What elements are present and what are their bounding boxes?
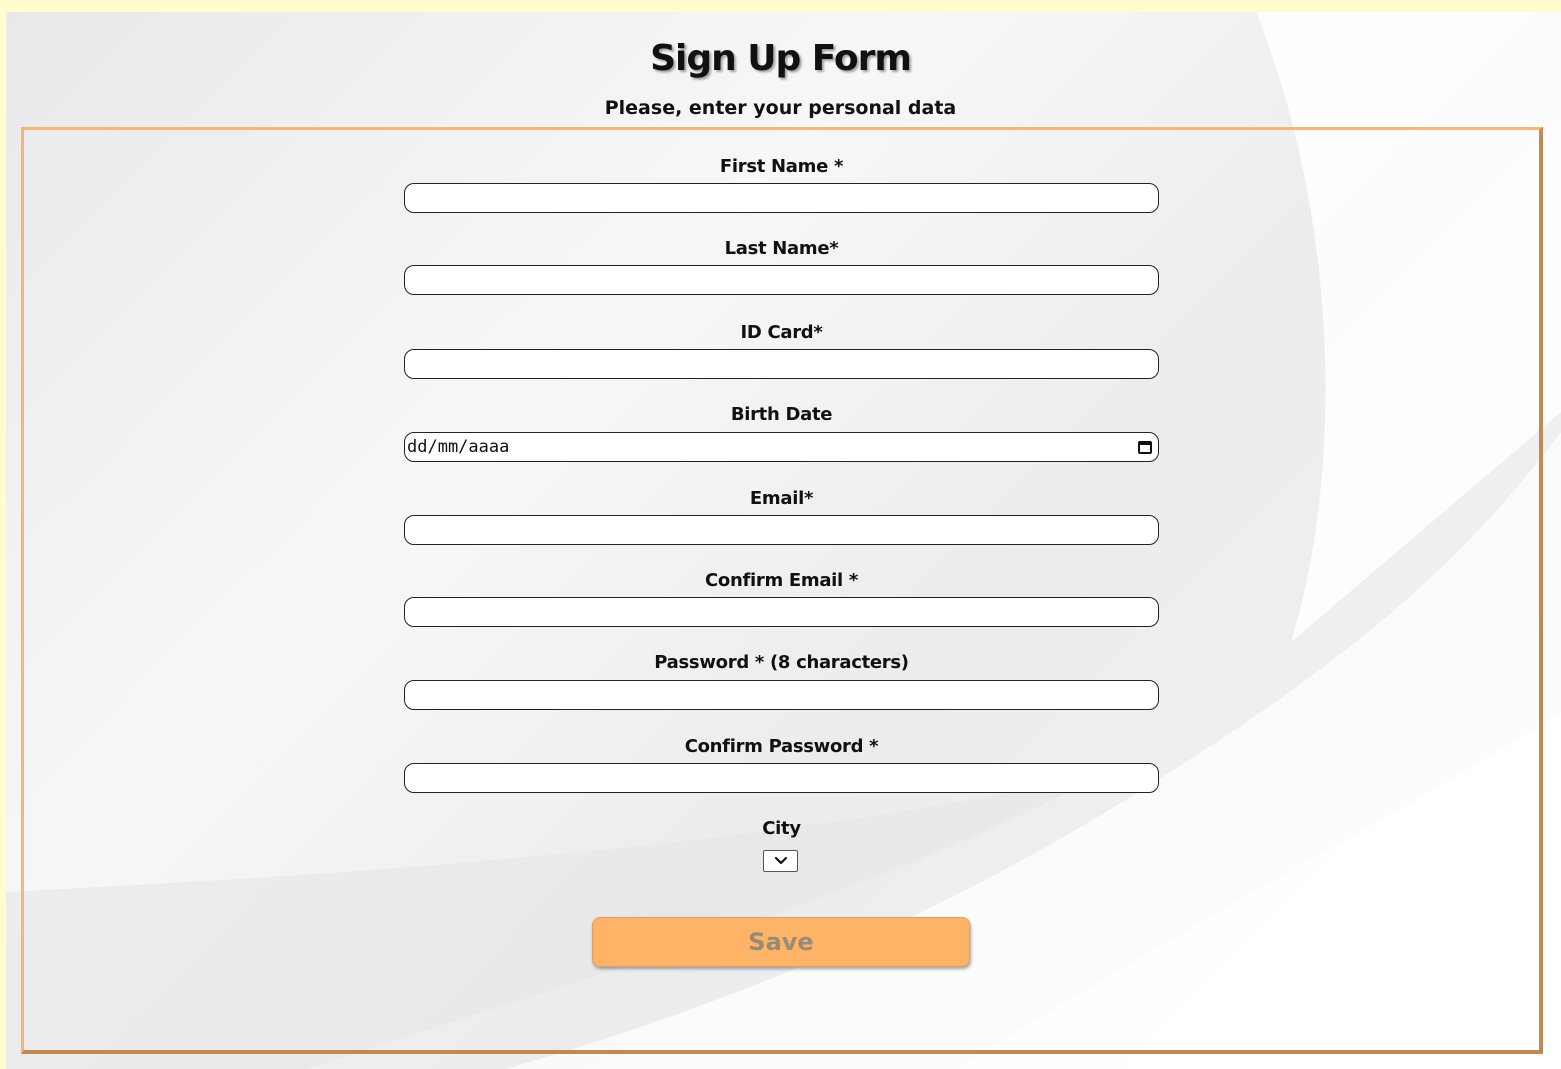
- city-label: City: [762, 818, 801, 839]
- last-name-label: Last Name*: [724, 238, 839, 259]
- password-input[interactable]: [404, 680, 1159, 710]
- confirm-password-label: Confirm Password *: [684, 736, 879, 757]
- city-select[interactable]: [763, 850, 798, 872]
- email-label: Email*: [749, 488, 814, 509]
- password-label: Password * (8 characters): [654, 652, 909, 673]
- birth-date-input[interactable]: dd/mm/aaaa: [404, 432, 1159, 462]
- page-subtitle: Please, enter your personal data: [604, 97, 957, 119]
- first-name-label: First Name *: [719, 156, 844, 177]
- birth-date-placeholder: dd/mm/aaaa: [407, 437, 510, 457]
- save-button[interactable]: Save: [592, 917, 970, 967]
- confirm-email-label: Confirm Email *: [704, 570, 858, 591]
- birth-date-label: Birth Date: [730, 404, 833, 425]
- id-card-label: ID Card*: [740, 322, 823, 343]
- confirm-password-input[interactable]: [404, 763, 1159, 793]
- calendar-icon[interactable]: [1138, 440, 1152, 454]
- page-title: Sign Up Form: [650, 38, 912, 79]
- id-card-input[interactable]: [404, 349, 1159, 379]
- last-name-input[interactable]: [404, 265, 1159, 295]
- email-input[interactable]: [404, 515, 1159, 545]
- confirm-email-input[interactable]: [404, 597, 1159, 627]
- chevron-down-icon: [774, 856, 787, 865]
- first-name-input[interactable]: [404, 183, 1159, 213]
